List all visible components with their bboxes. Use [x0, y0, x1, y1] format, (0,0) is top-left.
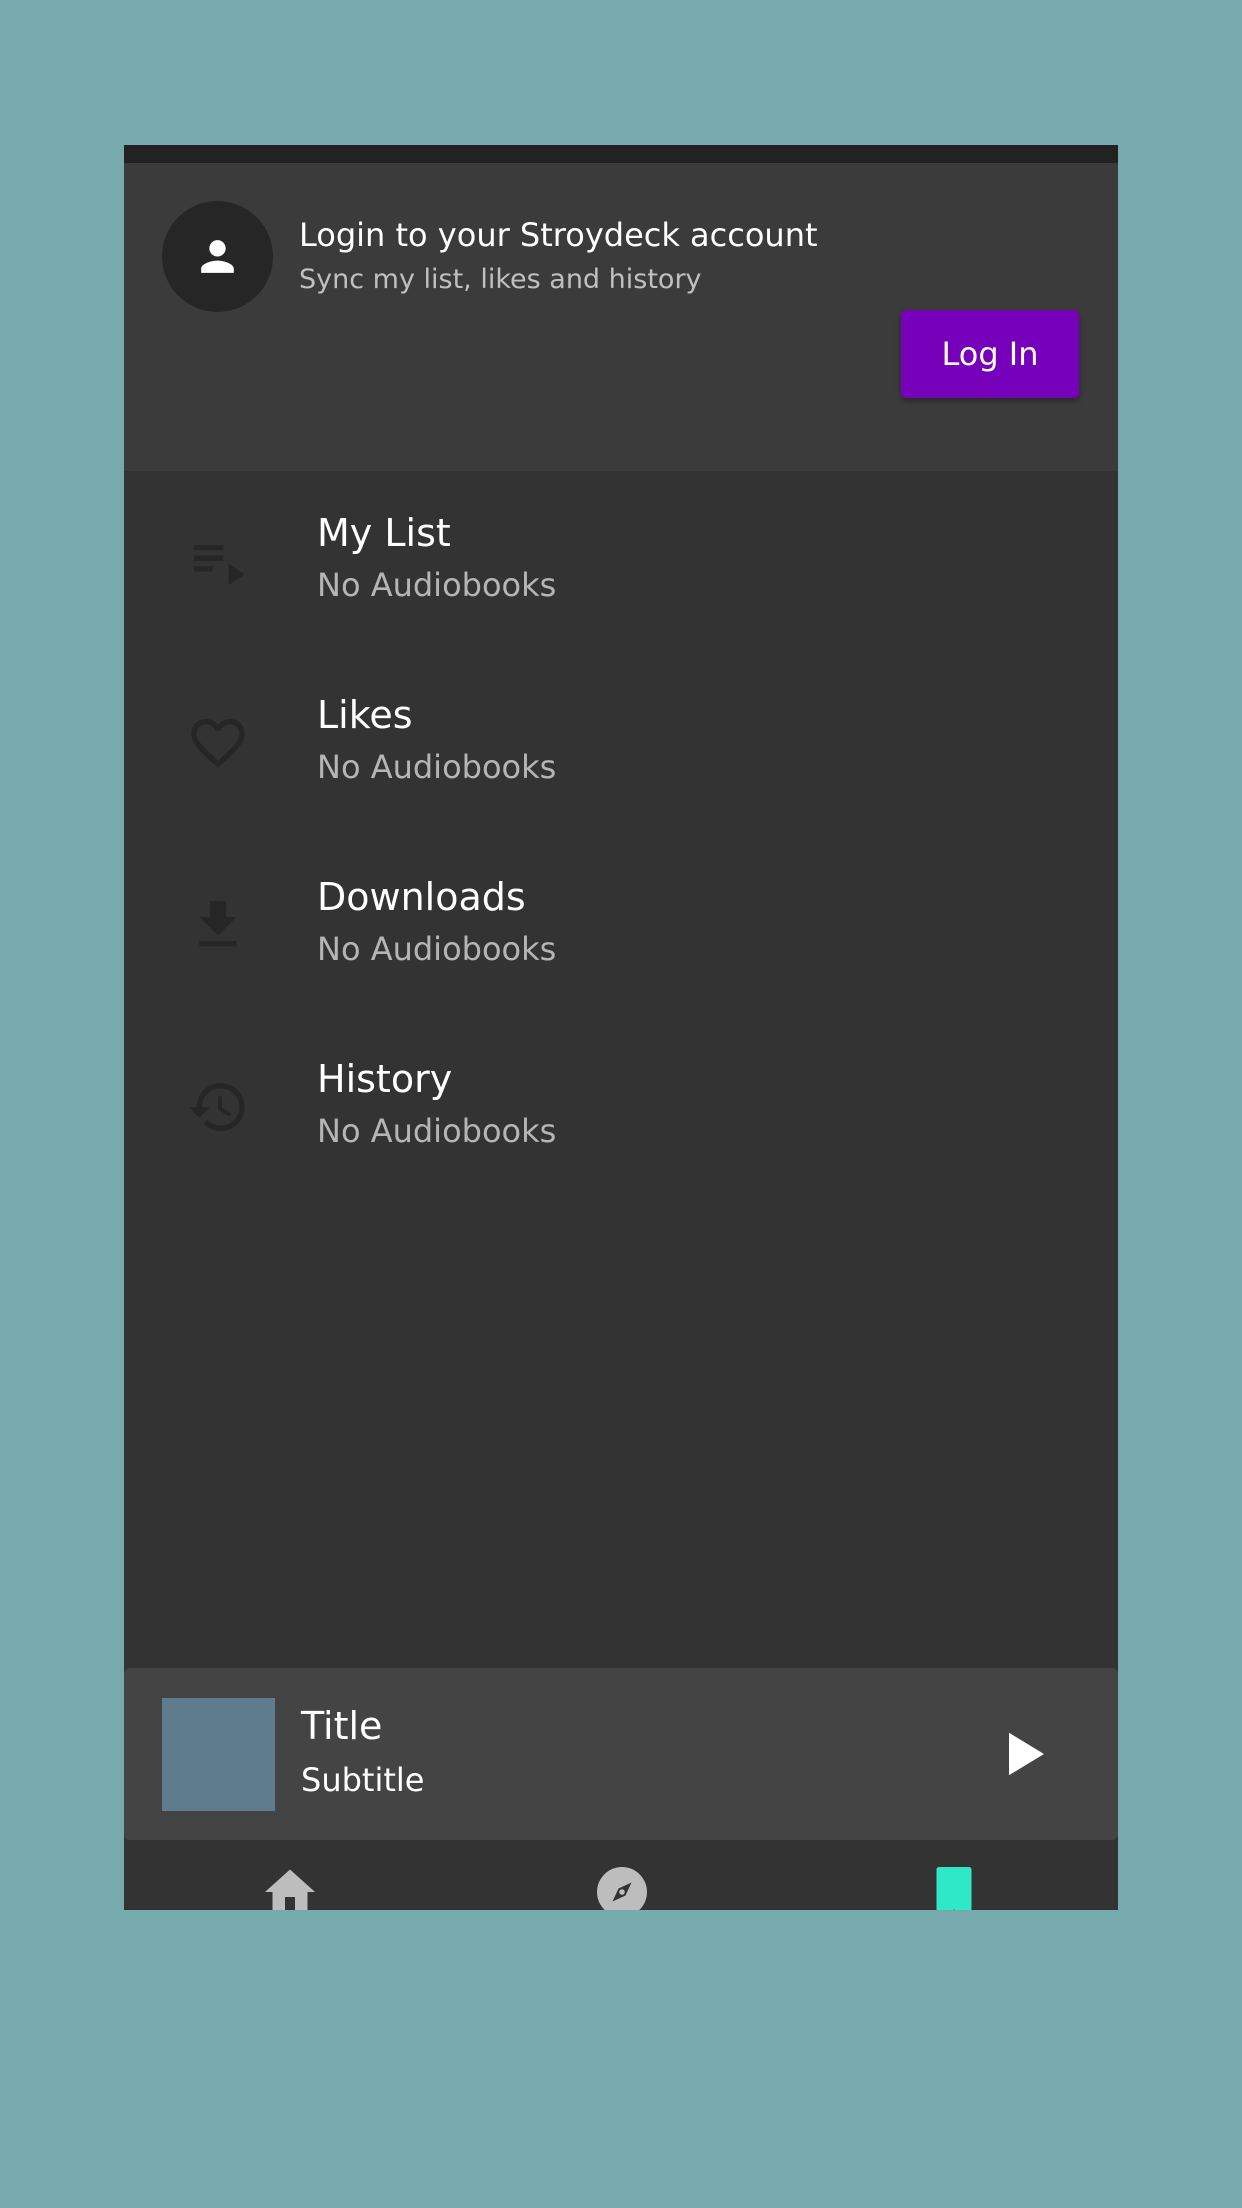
player-subtitle: Subtitle	[301, 1761, 425, 1799]
menu-item-title: History	[317, 1057, 453, 1101]
compass-icon[interactable]	[592, 1862, 652, 1910]
app-screen: Login to your Stroydeck account Sync my …	[124, 145, 1118, 1910]
menu-item-my-list[interactable]: My List No Audiobooks	[124, 471, 1118, 653]
menu-item-subtitle: No Audiobooks	[317, 566, 557, 604]
cover-art	[162, 1698, 275, 1811]
login-header: Login to your Stroydeck account Sync my …	[124, 163, 1118, 471]
menu-item-title: Likes	[317, 693, 413, 737]
menu-item-subtitle: No Audiobooks	[317, 748, 557, 786]
player-title: Title	[301, 1704, 383, 1748]
menu-item-subtitle: No Audiobooks	[317, 1112, 557, 1150]
menu-item-likes[interactable]: Likes No Audiobooks	[124, 653, 1118, 835]
history-icon	[188, 1083, 245, 1131]
login-title: Login to your Stroydeck account	[299, 216, 818, 254]
bookmark-icon[interactable]	[924, 1862, 984, 1910]
home-icon[interactable]	[260, 1862, 320, 1910]
menu-item-history[interactable]: History No Audiobooks	[124, 1017, 1118, 1199]
person-icon	[201, 240, 234, 273]
heart-icon	[191, 719, 245, 768]
bottom-nav	[124, 1840, 1118, 1910]
login-subtitle: Sync my list, likes and history	[299, 264, 702, 295]
download-icon	[199, 901, 237, 947]
playlist-icon	[194, 545, 245, 585]
status-bar	[124, 145, 1118, 163]
menu-item-title: My List	[317, 511, 451, 555]
play-icon[interactable]	[994, 1724, 1054, 1784]
avatar[interactable]	[162, 201, 273, 312]
menu-item-downloads[interactable]: Downloads No Audiobooks	[124, 835, 1118, 1017]
log-in-button[interactable]: Log In	[901, 310, 1079, 398]
menu-item-title: Downloads	[317, 875, 526, 919]
menu-item-subtitle: No Audiobooks	[317, 930, 557, 968]
mini-player[interactable]: Title Subtitle	[124, 1668, 1118, 1840]
